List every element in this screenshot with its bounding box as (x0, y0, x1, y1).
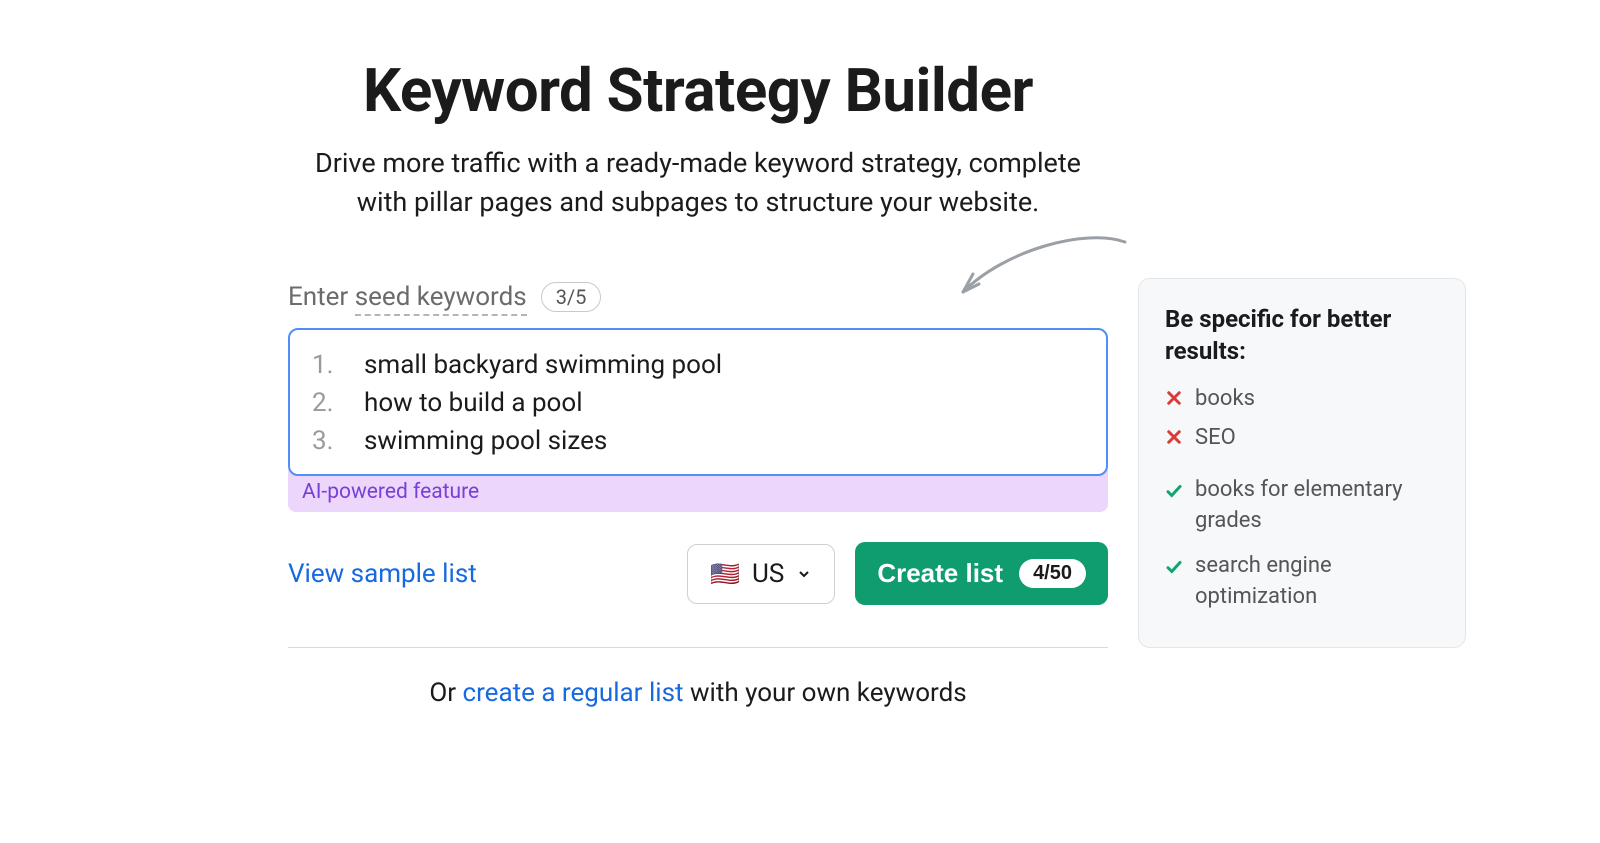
seed-label-row: Enter seed keywords 3/5 (288, 282, 1108, 312)
keyword-row: 3. swimming pool sizes (312, 422, 1084, 460)
tip-good-text: books for elementary grades (1195, 475, 1439, 537)
keyword-text: swimming pool sizes (364, 426, 607, 456)
country-select[interactable]: 🇺🇸 US (687, 544, 835, 604)
tip-bad-text: books (1195, 384, 1255, 415)
tip-good-text: search engine optimization (1195, 551, 1439, 613)
ai-powered-badge: AI-powered feature (288, 470, 1108, 512)
seed-label-underlined: seed keywords (355, 282, 527, 316)
keyword-row: 2. how to build a pool (312, 384, 1084, 422)
tip-bad-item: SEO (1165, 423, 1439, 454)
check-icon (1165, 558, 1183, 576)
check-icon (1165, 482, 1183, 500)
keyword-text: how to build a pool (364, 388, 583, 418)
create-list-button[interactable]: Create list 4/50 (855, 542, 1108, 605)
quota-pill: 4/50 (1019, 559, 1086, 588)
alt-suffix: with your own keywords (684, 678, 967, 708)
tip-bad-text: SEO (1195, 423, 1236, 454)
keyword-row: 1. small backyard swimming pool (312, 346, 1084, 384)
seed-count-pill: 3/5 (541, 282, 602, 312)
tip-bad-item: books (1165, 384, 1439, 415)
seed-label-prefix: Enter (288, 282, 355, 312)
view-sample-link[interactable]: View sample list (288, 559, 667, 589)
tip-good-item: search engine optimization (1165, 551, 1439, 613)
create-regular-list-link[interactable]: create a regular list (462, 678, 683, 708)
specificity-tip-card: Be specific for better results: books SE… (1138, 278, 1466, 648)
seed-keywords-input[interactable]: 1. small backyard swimming pool 2. how t… (288, 328, 1108, 476)
keyword-number: 1. (312, 350, 342, 380)
alt-row: Or create a regular list with your own k… (288, 678, 1108, 708)
tip-title: Be specific for better results: (1165, 303, 1439, 368)
create-list-label: Create list (877, 558, 1003, 589)
keyword-number: 3. (312, 426, 342, 456)
divider (288, 647, 1108, 648)
page-subtitle: Drive more traffic with a ready-made key… (288, 144, 1108, 222)
x-icon (1165, 428, 1183, 446)
flag-icon: 🇺🇸 (710, 562, 740, 586)
chevron-down-icon (796, 566, 812, 582)
actions-row: View sample list 🇺🇸 US Create list 4/50 (288, 542, 1108, 605)
seed-label: Enter seed keywords (288, 282, 527, 312)
alt-prefix: Or (429, 678, 462, 708)
country-code: US (752, 559, 784, 589)
x-icon (1165, 389, 1183, 407)
tip-good-item: books for elementary grades (1165, 475, 1439, 537)
page-title: Keyword Strategy Builder (288, 55, 1108, 126)
keyword-text: small backyard swimming pool (364, 350, 722, 380)
keyword-number: 2. (312, 388, 342, 418)
